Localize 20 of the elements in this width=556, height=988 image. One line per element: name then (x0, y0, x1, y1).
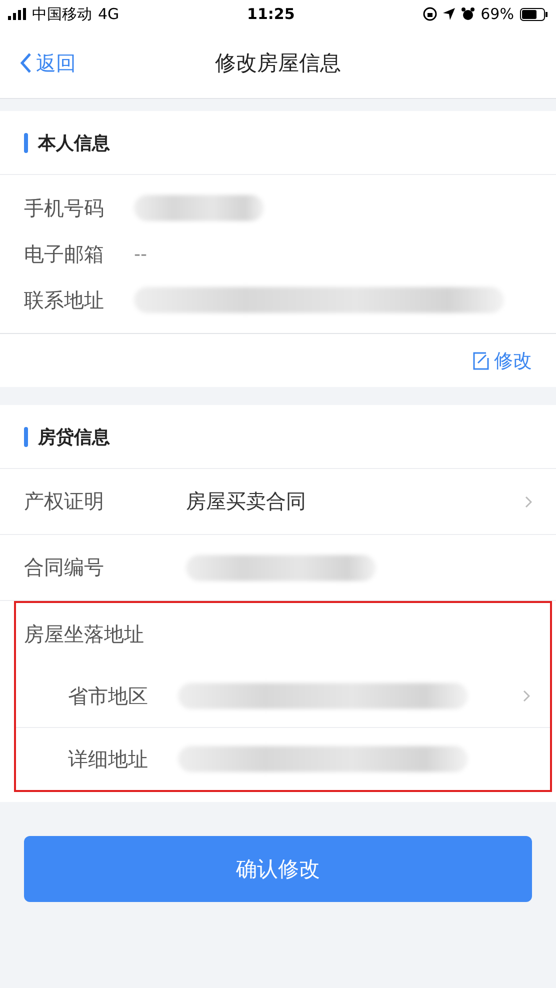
field-label: 手机号码 (24, 194, 105, 222)
field-value: 房屋买卖合同 (186, 488, 306, 515)
section-title: 本人信息 (38, 132, 110, 154)
back-button[interactable]: 返回 (0, 50, 76, 76)
field-value: -- (134, 244, 147, 264)
field-label: 房屋坐落地址 (24, 620, 145, 648)
section-title: 房贷信息 (38, 426, 110, 448)
field-label: 电子邮箱 (24, 240, 105, 268)
clock: 11:25 (247, 5, 295, 23)
page-title: 修改房屋信息 (215, 50, 341, 77)
field-label: 省市地区 (68, 682, 149, 710)
field-label: 产权证明 (24, 488, 105, 515)
edit-button[interactable]: 修改 (472, 348, 532, 374)
carrier-name: 中国移动 (32, 4, 92, 24)
battery-percent: 69% (480, 5, 514, 23)
field-label: 详细地址 (68, 746, 149, 772)
field-label: 联系地址 (24, 286, 105, 314)
field-label: 合同编号 (24, 554, 105, 581)
network-type: 4G (98, 5, 120, 23)
confirm-button[interactable]: 确认修改 (24, 836, 532, 902)
